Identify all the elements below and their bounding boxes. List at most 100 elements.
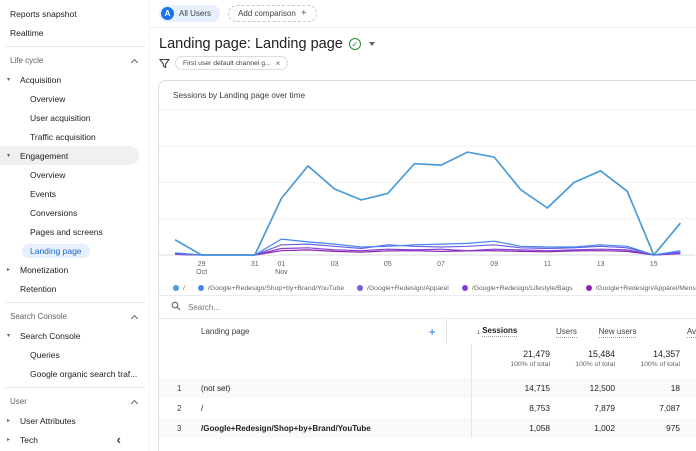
- legend-item[interactable]: /Google+Redesign/Apparel/Mens: [586, 285, 696, 292]
- table-search-input[interactable]: [188, 303, 388, 312]
- sidebar-item-monetization[interactable]: ▸ Monetization: [0, 260, 149, 279]
- sidebar-item-events[interactable]: Events: [0, 184, 149, 203]
- sidebar-item-user-attributes[interactable]: ▸User Attributes: [0, 411, 149, 430]
- sidebar-item-traffic-acquisition[interactable]: Traffic acquisition: [0, 127, 149, 146]
- chevron-right-icon[interactable]: ▸: [7, 266, 10, 273]
- sidebar-item-label: Queries: [30, 350, 60, 360]
- sidebar-divider: [0, 298, 149, 307]
- sidebar-item-queries[interactable]: Queries: [0, 345, 149, 364]
- legend-dot-icon: [462, 285, 468, 291]
- sidebar-item-acquisition[interactable]: ▾Acquisition: [0, 70, 149, 89]
- sort-descending-icon[interactable]: ↓: [476, 327, 480, 336]
- legend-item[interactable]: /Google+Redesign/Shop+by+Brand/YouTube: [198, 285, 344, 292]
- data-quality-check-icon[interactable]: ✓: [349, 38, 361, 50]
- column-header-sessions: ↓ Sessions: [446, 319, 525, 344]
- close-icon[interactable]: ×: [276, 59, 281, 68]
- sidebar-item-search-console[interactable]: Search Console: [0, 307, 149, 326]
- new-users-cell: 18: [622, 383, 687, 393]
- new-users-header-label[interactable]: New users: [599, 327, 637, 338]
- totals-users: 15,484 100% of total: [557, 344, 622, 378]
- legend-label: /Google+Redesign/Shop+by+Brand/YouTube: [208, 285, 344, 292]
- legend-item[interactable]: /: [173, 285, 185, 292]
- filter-funnel-icon[interactable]: [159, 58, 170, 69]
- table-row[interactable]: 1 (not set) 14,715 12,500 18: [159, 378, 696, 398]
- landing-page-cell[interactable]: (not set): [201, 384, 230, 393]
- chevron-down-icon[interactable]: ▾: [7, 152, 10, 159]
- chevron-down-icon[interactable]: [369, 42, 375, 46]
- add-column-button[interactable]: +: [429, 325, 436, 339]
- report-card: Sessions by Landing page over time 29Oct…: [158, 80, 696, 451]
- sidebar-item-label: Search Console: [20, 331, 80, 341]
- reports-sidebar: Reports snapshotRealtime Life cycle▾Acqui…: [0, 0, 150, 451]
- sidebar-item-google-organic-search-traf[interactable]: Google organic search traf...: [0, 364, 149, 383]
- sessions-header-label[interactable]: Sessions: [482, 326, 517, 337]
- legend-item[interactable]: /Google+Redesign/Lifestyle/Bags: [462, 285, 573, 292]
- filter-chip-label: First user default channel g...: [183, 60, 271, 67]
- totals-new-users-sub: 100% of total: [622, 361, 680, 368]
- comparison-bar: A All Users Add comparison +: [150, 0, 696, 28]
- add-comparison-button[interactable]: Add comparison +: [228, 5, 317, 22]
- app: Reports snapshotRealtime Life cycle▾Acqui…: [0, 0, 696, 451]
- users-cell: 12,500: [557, 383, 622, 393]
- chevron-up-icon[interactable]: [131, 314, 138, 321]
- chart-series-line: [175, 152, 680, 255]
- page-title: Landing page: Landing page: [159, 36, 343, 52]
- table-body: 1 (not set) 14,715 12,500 18 2 / 8,753 7…: [159, 378, 696, 438]
- users-header-label[interactable]: Users: [556, 327, 577, 338]
- legend-item[interactable]: /Google+Redesign/Apparel: [357, 285, 449, 292]
- totals-spacer: [159, 344, 471, 378]
- sidebar-item-engagement[interactable]: ▾Engagement: [0, 146, 139, 165]
- sidebar-item-landing-page[interactable]: Landing page: [0, 241, 149, 260]
- sidebar-item-label: User: [10, 397, 27, 406]
- average-header-label[interactable]: Av: [687, 327, 696, 338]
- sidebar-item-pages-and-screens[interactable]: Pages and screens: [0, 222, 149, 241]
- sidebar-item-life-cycle[interactable]: Life cycle: [0, 51, 149, 70]
- add-comparison-label: Add comparison: [238, 9, 296, 18]
- column-header-users: Users: [524, 327, 584, 336]
- sessions-cell: 8,753: [471, 398, 557, 418]
- svg-text:01: 01: [278, 261, 286, 268]
- sidebar-item-reports-snapshot[interactable]: Reports snapshot: [0, 4, 149, 23]
- svg-text:09: 09: [490, 261, 498, 268]
- table-search-row: [159, 295, 696, 318]
- sidebar-item-tech[interactable]: ▸Tech: [0, 430, 149, 449]
- landing-page-cell[interactable]: /: [201, 404, 203, 413]
- sidebar-item-overview[interactable]: Overview: [0, 165, 149, 184]
- chevron-up-icon[interactable]: [131, 58, 138, 65]
- dimension-header-label[interactable]: Landing page: [201, 327, 250, 336]
- sidebar-item-label: Events: [30, 189, 56, 199]
- legend-label: /Google+Redesign/Apparel/Mens: [596, 285, 696, 292]
- sidebar-items: Reports snapshotRealtime Life cycle▾Acqui…: [0, 4, 149, 449]
- chevron-down-icon[interactable]: ▾: [7, 332, 10, 339]
- sidebar-item-label: Monetization: [20, 265, 68, 275]
- sidebar-divider: [0, 42, 149, 51]
- svg-text:15: 15: [650, 261, 658, 268]
- sidebar-item-user-acquisition[interactable]: User acquisition: [0, 108, 149, 127]
- sidebar-collapse-icon[interactable]: ‹: [117, 432, 121, 447]
- main-content: A All Users Add comparison + Landing pag…: [150, 0, 696, 451]
- svg-text:07: 07: [437, 261, 445, 268]
- sidebar-item-label: Search Console: [10, 312, 67, 321]
- all-users-segment-pill[interactable]: A All Users: [159, 5, 220, 22]
- legend-dot-icon: [173, 285, 179, 291]
- chevron-right-icon[interactable]: ▸: [7, 436, 10, 443]
- sessions-cell: 14,715: [471, 378, 557, 398]
- chevron-right-icon[interactable]: ▸: [7, 417, 10, 424]
- sidebar-item-search-console[interactable]: ▾ Search Console: [0, 326, 149, 345]
- table-row[interactable]: 3 /Google+Redesign/Shop+by+Brand/YouTube…: [159, 418, 696, 438]
- users-cell: 7,879: [557, 403, 622, 413]
- sessions-line-chart[interactable]: 29Oct3101Nov03050709111315: [159, 104, 695, 276]
- chevron-up-icon[interactable]: [131, 399, 138, 406]
- table-row[interactable]: 2 / 8,753 7,879 7,087: [159, 398, 696, 418]
- chevron-down-icon[interactable]: ▾: [7, 76, 10, 83]
- active-filter-chip[interactable]: First user default channel g... ×: [175, 56, 288, 70]
- sidebar-item-realtime[interactable]: Realtime: [0, 23, 149, 42]
- sidebar-item-conversions[interactable]: Conversions: [0, 203, 149, 222]
- sidebar-divider: [0, 383, 149, 392]
- new-users-cell: 975: [622, 423, 687, 433]
- sidebar-item-retention[interactable]: Retention: [0, 279, 149, 298]
- sidebar-item-user[interactable]: User: [0, 392, 149, 411]
- landing-page-cell[interactable]: /Google+Redesign/Shop+by+Brand/YouTube: [201, 424, 371, 433]
- sidebar-item-overview[interactable]: Overview: [0, 89, 149, 108]
- sidebar-item-label: Google organic search traf...: [30, 369, 137, 379]
